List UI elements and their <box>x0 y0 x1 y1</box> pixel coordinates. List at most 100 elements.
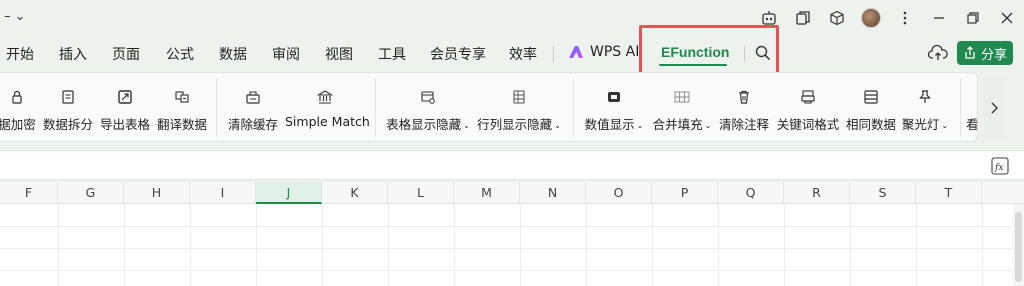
column-header-q[interactable]: Q <box>718 182 784 204</box>
grid-col-line <box>256 204 257 286</box>
column-header-s[interactable]: S <box>850 182 916 204</box>
tab-wps-ai[interactable]: WPS AI <box>568 44 639 60</box>
same-data-label: 相同数据 <box>845 117 896 132</box>
simple-match-button[interactable]: Simple Match <box>285 85 370 135</box>
export-table-button[interactable]: 导出表格 <box>99 85 151 135</box>
spotlight-button[interactable]: 聚光灯 ⌄ <box>901 85 949 135</box>
minimize-icon[interactable] <box>922 4 956 32</box>
clear-comments-icon <box>739 90 749 104</box>
window-menu-toggle[interactable]: – ⌄ <box>4 9 26 24</box>
tab-formula[interactable]: 公式 <box>166 44 194 64</box>
spreadsheet-grid[interactable]: F G H I J K L M N O P Q R S T <box>0 182 1024 286</box>
tab-member[interactable]: 会员专享 <box>430 44 486 64</box>
rowcol-visibility-button[interactable]: 行列显示隐藏 ⌄ <box>476 85 562 135</box>
column-header-m[interactable]: M <box>454 182 520 204</box>
scrollbar-thumb[interactable] <box>1015 212 1022 282</box>
merge-fill-button[interactable]: 合并填充 ⌄ <box>651 85 713 135</box>
tab-tools[interactable]: 工具 <box>378 44 406 64</box>
rowcol-visibility-icon <box>513 90 525 104</box>
restore-icon[interactable] <box>956 4 990 32</box>
split-data-label: 数据拆分 <box>42 117 93 132</box>
grid-col-line <box>124 204 125 286</box>
clear-cache-label: 清除缓存 <box>227 117 278 132</box>
ribbon-divider <box>960 79 961 137</box>
clear-cache-button[interactable]: 清除缓存 <box>227 85 279 135</box>
ribbon-scroll-right-button[interactable] <box>983 76 1005 140</box>
menu-bar: 开始 插入 页面 公式 数据 审阅 视图 工具 会员专享 效率 <box>0 36 1024 70</box>
ribbon-toolbar: 据加密 数据拆分 导出表格 翻译数据 清除缓存 Simple Match 表格显… <box>0 72 1024 144</box>
column-header-k[interactable]: K <box>322 182 388 204</box>
formula-bar[interactable]: fx <box>0 150 1024 180</box>
match-icon <box>317 90 333 104</box>
column-header-o[interactable]: O <box>586 182 652 204</box>
title-bar-controls <box>752 4 1024 32</box>
tab-view[interactable]: 视图 <box>325 44 353 64</box>
tab-efficiency[interactable]: 效率 <box>509 44 537 64</box>
share-button[interactable]: 分享 <box>957 41 1013 65</box>
export-icon <box>118 90 132 104</box>
column-header-t[interactable]: T <box>916 182 982 204</box>
grid-row-line <box>0 248 1024 249</box>
more-tools-label: 看 <box>966 117 978 132</box>
grid-col-line <box>850 204 851 286</box>
tab-start[interactable]: 开始 <box>6 44 34 64</box>
column-header-p[interactable]: P <box>652 182 718 204</box>
tab-review[interactable]: 审阅 <box>272 44 300 64</box>
ribbon-divider <box>216 79 217 137</box>
split-data-button[interactable]: 数据拆分 <box>42 85 94 135</box>
share-label: 分享 <box>980 47 1007 63</box>
cube-icon[interactable] <box>820 4 854 32</box>
chevron-right-icon <box>991 102 998 114</box>
table-visibility-icon <box>421 91 435 104</box>
lock-icon <box>12 90 22 104</box>
grid-row-line <box>0 270 1024 271</box>
vertical-scrollbar[interactable] <box>1013 204 1024 286</box>
grid-col-line <box>520 204 521 286</box>
rowcol-visibility-label: 行列显示隐藏 ⌄ <box>477 117 561 132</box>
grid-col-line <box>982 204 983 286</box>
grid-col-line <box>586 204 587 286</box>
tab-page[interactable]: 页面 <box>112 44 140 64</box>
grid-col-line <box>322 204 323 286</box>
clear-comments-label: 清除注释 <box>718 117 769 132</box>
share-icon <box>965 46 975 59</box>
clear-comments-button[interactable]: 清除注释 <box>718 85 770 135</box>
encrypt-data-button[interactable]: 据加密 <box>0 85 36 135</box>
number-display-icon <box>608 92 620 102</box>
grid-col-line <box>58 204 59 286</box>
tab-data[interactable]: 数据 <box>219 44 247 64</box>
column-header-n[interactable]: N <box>520 182 586 204</box>
keyword-format-button[interactable]: 关键词格式 <box>776 85 840 135</box>
tab-insert[interactable]: 插入 <box>59 44 87 64</box>
column-header-g[interactable]: G <box>58 182 124 204</box>
tab-wps-ai-label: WPS AI <box>590 44 640 60</box>
grid-row-line <box>0 226 1024 227</box>
avatar[interactable] <box>854 4 888 32</box>
translate-data-button[interactable]: 翻译数据 <box>156 85 208 135</box>
number-display-button[interactable]: 数值显示 ⌄ <box>583 85 645 135</box>
grid-col-line <box>916 204 917 286</box>
encrypt-data-label: 据加密 <box>0 117 36 132</box>
column-header-f[interactable]: F <box>0 182 58 204</box>
column-header-i[interactable]: I <box>190 182 256 204</box>
windows-icon[interactable] <box>786 4 820 32</box>
more-options-icon[interactable] <box>888 4 922 32</box>
split-icon <box>62 90 74 104</box>
column-header-l[interactable]: L <box>388 182 454 204</box>
column-header-r[interactable]: R <box>784 182 850 204</box>
column-header-h[interactable]: H <box>124 182 190 204</box>
grid-col-line <box>784 204 785 286</box>
spotlight-label: 聚光灯 ⌄ <box>901 117 949 132</box>
wps-ai-icon <box>569 46 583 58</box>
function-icon[interactable]: fx <box>990 156 1010 176</box>
column-header-j[interactable]: J <box>256 182 322 204</box>
keyword-format-icon <box>801 90 815 104</box>
cloud-upload-icon[interactable] <box>927 44 948 66</box>
column-header-row: F G H I J K L M N O P Q R S T <box>0 182 1024 204</box>
close-icon[interactable] <box>990 4 1024 32</box>
title-bar: – ⌄ <box>0 0 1024 36</box>
same-data-button[interactable]: 相同数据 <box>845 85 897 135</box>
ribbon-panel: 据加密 数据拆分 导出表格 翻译数据 清除缓存 Simple Match 表格显… <box>0 72 978 142</box>
table-visibility-button[interactable]: 表格显示隐藏 ⌄ <box>385 85 471 135</box>
more-tools-button[interactable]: 看 <box>966 85 978 135</box>
